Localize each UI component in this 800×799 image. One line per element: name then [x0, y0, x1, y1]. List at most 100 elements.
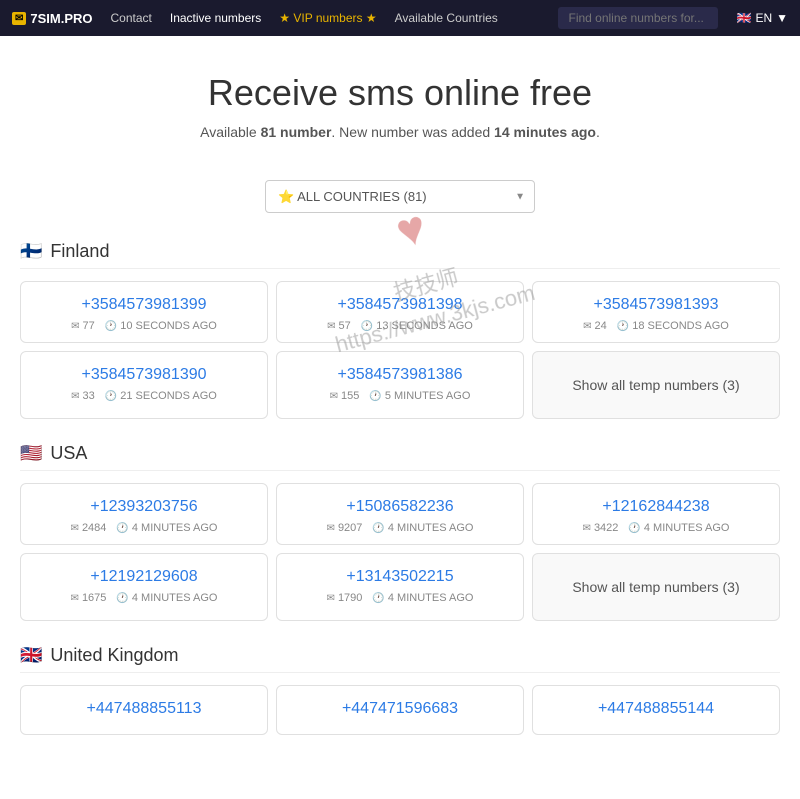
- country-name: Finland: [50, 241, 109, 262]
- navbar: ✉ 7SIM.PRO Contact Inactive numbers ★ VI…: [0, 0, 800, 36]
- msg-count: 77: [71, 320, 95, 332]
- clock-icon: [617, 320, 629, 332]
- number-card[interactable]: +3584573981399 77 10 SECONDS AGO: [20, 281, 268, 343]
- number-meta: 57 13 SECONDS AGO: [289, 320, 511, 332]
- numbers-grid: +12393203756 2484 4 MINUTES AGO +1508658…: [20, 483, 780, 621]
- number-card[interactable]: +447488855144: [532, 685, 780, 735]
- msg-count: 2484: [71, 522, 107, 534]
- number-meta: 155 5 MINUTES AGO: [289, 390, 511, 402]
- subtitle-post: .: [596, 124, 600, 140]
- phone-number: +3584573981390: [33, 366, 255, 384]
- phone-number: +3584573981399: [33, 296, 255, 314]
- time-ago: 4 MINUTES AGO: [628, 522, 729, 534]
- nav-contact[interactable]: Contact: [111, 11, 152, 25]
- phone-number: +3584573981386: [289, 366, 511, 384]
- time-ago: 13 SECONDS AGO: [361, 320, 473, 332]
- msg-count: 1675: [71, 592, 107, 604]
- country-select-wrapper: ⭐ ALL COUNTRIES (81): [265, 180, 535, 213]
- mail-icon: [71, 320, 79, 332]
- time-ago: 4 MINUTES AGO: [116, 592, 217, 604]
- number-meta: 1675 4 MINUTES AGO: [33, 592, 255, 604]
- main-content: 🇫🇮 Finland +3584573981399 77 10 SECONDS AG…: [0, 241, 800, 799]
- phone-number: +3584573981393: [545, 296, 767, 314]
- chevron-down-icon: ▼: [776, 11, 788, 25]
- time-ago: 4 MINUTES AGO: [372, 522, 473, 534]
- search-input[interactable]: [558, 7, 718, 29]
- clock-icon: [116, 522, 128, 534]
- msg-count: 1790: [327, 592, 363, 604]
- country-heading: 🇬🇧 United Kingdom: [20, 645, 780, 673]
- number-card[interactable]: +3584573981393 24 18 SECONDS AGO: [532, 281, 780, 343]
- msg-count: 33: [71, 390, 95, 402]
- country-section-usa: 🇺🇸USA+12393203756 2484 4 MINUTES AGO +15…: [20, 443, 780, 621]
- country-section-finland: 🇫🇮 Finland +3584573981399 77 10 SECONDS AG…: [20, 241, 780, 419]
- hero-subtitle: Available 81 number. New number was adde…: [20, 124, 780, 140]
- msg-count: 24: [583, 320, 607, 332]
- number-card[interactable]: +3584573981386 155 5 MINUTES AGO: [276, 351, 524, 419]
- time-ago: 5 MINUTES AGO: [369, 390, 470, 402]
- numbers-grid: +3584573981399 77 10 SECONDS AGO +358457…: [20, 281, 780, 419]
- number-card[interactable]: +12192129608 1675 4 MINUTES AGO: [20, 553, 268, 621]
- time-ago: 18 SECONDS AGO: [617, 320, 729, 332]
- number-card[interactable]: +3584573981390 33 21 SECONDS AGO: [20, 351, 268, 419]
- phone-number: +15086582236: [289, 498, 511, 516]
- country-name: USA: [50, 443, 87, 464]
- brand-name[interactable]: 7SIM.PRO: [30, 11, 92, 26]
- lang-selector[interactable]: 🇬🇧 EN ▼: [736, 11, 788, 25]
- phone-number: +447471596683: [289, 700, 511, 718]
- show-temp-button[interactable]: Show all temp numbers (3): [532, 553, 780, 621]
- time-ago: 10 SECONDS AGO: [105, 320, 217, 332]
- clock-icon: [116, 592, 128, 604]
- brand: ✉ 7SIM.PRO: [12, 11, 93, 26]
- time-ago: 4 MINUTES AGO: [372, 592, 473, 604]
- clock-icon: [372, 592, 384, 604]
- number-meta: 24 18 SECONDS AGO: [545, 320, 767, 332]
- hero-title: Receive sms online free: [20, 72, 780, 114]
- country-flag: 🇬🇧: [20, 645, 42, 666]
- number-card[interactable]: +13143502215 1790 4 MINUTES AGO: [276, 553, 524, 621]
- mail-icon: [327, 592, 335, 604]
- mail-icon: [327, 320, 335, 332]
- number-meta: 77 10 SECONDS AGO: [33, 320, 255, 332]
- number-meta: 9207 4 MINUTES AGO: [289, 522, 511, 534]
- number-meta: 3422 4 MINUTES AGO: [545, 522, 767, 534]
- msg-count: 9207: [327, 522, 363, 534]
- show-temp-button[interactable]: Show all temp numbers (3): [532, 351, 780, 419]
- clock-icon: [628, 522, 640, 534]
- number-meta: 2484 4 MINUTES AGO: [33, 522, 255, 534]
- nav-inactive[interactable]: Inactive numbers: [170, 11, 261, 25]
- number-card[interactable]: +447488855113: [20, 685, 268, 735]
- country-select[interactable]: ⭐ ALL COUNTRIES (81): [265, 180, 535, 213]
- mail-icon: [583, 320, 591, 332]
- country-name: United Kingdom: [50, 645, 178, 666]
- number-card[interactable]: +12393203756 2484 4 MINUTES AGO: [20, 483, 268, 545]
- phone-number: +13143502215: [289, 568, 511, 586]
- clock-icon: [372, 522, 384, 534]
- mail-icon: [71, 592, 79, 604]
- time-ago: 21 SECONDS AGO: [105, 390, 217, 402]
- phone-number: +12192129608: [33, 568, 255, 586]
- phone-number: +12162844238: [545, 498, 767, 516]
- clock-icon: [105, 320, 117, 332]
- number-card[interactable]: +3584573981398 57 13 SECONDS AGO: [276, 281, 524, 343]
- subtitle-time: 14 minutes ago: [494, 124, 596, 140]
- country-flag: 🇫🇮: [20, 241, 42, 262]
- number-card[interactable]: +15086582236 9207 4 MINUTES AGO: [276, 483, 524, 545]
- mail-icon: [71, 522, 79, 534]
- time-ago: 4 MINUTES AGO: [116, 522, 217, 534]
- msg-count: 155: [330, 390, 360, 402]
- number-meta: 33 21 SECONDS AGO: [33, 390, 255, 402]
- nav-countries[interactable]: Available Countries: [395, 11, 498, 25]
- flag-icon: 🇬🇧: [736, 11, 751, 25]
- phone-number: +447488855113: [33, 700, 255, 718]
- lang-label: EN: [755, 11, 772, 25]
- clock-icon: [105, 390, 117, 402]
- msg-count: 3422: [583, 522, 619, 534]
- phone-number: +12393203756: [33, 498, 255, 516]
- phone-number: +3584573981398: [289, 296, 511, 314]
- number-card[interactable]: +447471596683: [276, 685, 524, 735]
- nav-vip[interactable]: ★ VIP numbers ★: [279, 11, 376, 25]
- subtitle-count: 81 number: [261, 124, 332, 140]
- number-card[interactable]: +12162844238 3422 4 MINUTES AGO: [532, 483, 780, 545]
- mail-icon: [71, 390, 79, 402]
